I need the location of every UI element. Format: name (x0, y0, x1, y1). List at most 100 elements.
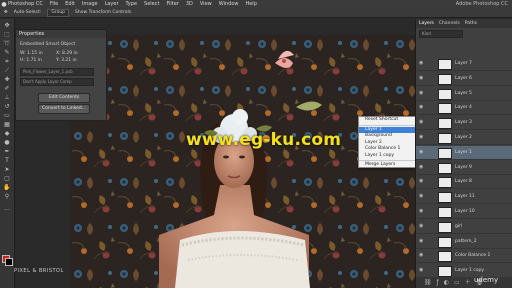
layer-name[interactable]: Layer 1 (455, 150, 472, 155)
menu-window[interactable]: Window (219, 1, 239, 7)
background-color-swatch[interactable] (5, 258, 13, 266)
layer-row[interactable]: ◉ Layer 3 (416, 116, 512, 131)
layer-row[interactable]: ◉ Layer 8 (416, 175, 512, 190)
healing-tool-icon[interactable]: ✚ (3, 76, 11, 83)
show-transform-checkbox[interactable]: Show Transform Controls (75, 10, 131, 15)
visibility-eye-icon[interactable]: ◉ (419, 75, 424, 80)
eyedropper-tool-icon[interactable]: ⟋ (3, 67, 11, 74)
dodge-tool-icon[interactable]: ● (3, 139, 11, 146)
width-value[interactable]: 1.15 in (27, 51, 43, 56)
layer-row[interactable]: ◉ Color Balance 1 (416, 249, 512, 264)
height-value[interactable]: 1.71 in (26, 58, 42, 63)
layer-name[interactable]: Layer 3 (455, 120, 472, 125)
x-value[interactable]: 8.29 in (62, 51, 78, 56)
visibility-eye-icon[interactable]: ◉ (419, 209, 424, 214)
layer-row[interactable]: ◉ Layer 4 (416, 101, 512, 116)
menu-filter[interactable]: Filter (166, 1, 178, 7)
mask-icon[interactable]: ◐ (444, 279, 454, 286)
layer-row[interactable]: ◉ Layer 7 (416, 57, 512, 71)
height-row[interactable]: H: 1.71 in (20, 58, 42, 63)
history-brush-icon[interactable]: ↺ (3, 103, 11, 110)
layer-row[interactable]: ◉ Layer 1 (416, 145, 512, 160)
menu-view[interactable]: View (200, 1, 212, 7)
path-select-tool-icon[interactable]: ➤ (3, 166, 11, 173)
layer-name[interactable]: Color Balance 1 (455, 253, 490, 258)
hand-tool-icon[interactable]: ✋ (3, 184, 11, 191)
menu-3d[interactable]: 3D (186, 1, 193, 7)
ellipsis-icon[interactable]: … (3, 205, 11, 212)
auto-select-label[interactable]: Auto-Select: (14, 10, 42, 15)
menu-select[interactable]: Select (144, 1, 159, 7)
visibility-eye-icon[interactable]: ◉ (419, 61, 424, 66)
layer-filter-kind[interactable]: Kind (419, 30, 463, 38)
move-tool-icon[interactable]: ✥ (3, 22, 11, 29)
visibility-eye-icon[interactable]: ◉ (419, 253, 424, 258)
layer-row[interactable]: ◉ Layer 10 (416, 205, 512, 219)
visibility-eye-icon[interactable]: ◉ (419, 179, 424, 184)
lasso-tool-icon[interactable]: ➰ (3, 40, 11, 47)
menu-layer[interactable]: Layer (105, 1, 119, 7)
layer-row[interactable]: ◉ pattern_2 (416, 235, 512, 249)
brush-tool-icon[interactable]: ✐ (3, 85, 11, 92)
layer-row[interactable]: ◉ Layer 11 (416, 190, 512, 205)
layer-name[interactable]: Layer 2 (455, 135, 472, 140)
visibility-eye-icon[interactable]: ◉ (419, 268, 424, 273)
layer-name[interactable]: Layer 11 (455, 194, 475, 199)
layer-name[interactable]: Layer 9 (455, 165, 472, 170)
visibility-eye-icon[interactable]: ◉ (419, 105, 424, 110)
visibility-eye-icon[interactable]: ◉ (419, 120, 424, 125)
layer-name[interactable]: Layer 4 (455, 105, 472, 110)
layer-name[interactable]: Layer 6 (455, 76, 472, 81)
marquee-tool-icon[interactable]: ⬚ (3, 31, 11, 38)
visibility-eye-icon[interactable]: ◉ (419, 164, 424, 169)
tab-paths[interactable]: Paths (465, 21, 477, 26)
layer-row[interactable]: ◉ Layer 6 (416, 72, 512, 86)
layer-name[interactable]: Layer 5 (455, 91, 472, 96)
link-icon[interactable]: ⛓ (424, 279, 437, 286)
menu-file[interactable]: File (50, 1, 58, 7)
edit-contents-button[interactable]: Edit Contents (38, 93, 90, 103)
menu-type[interactable]: Type (126, 1, 137, 7)
blur-tool-icon[interactable]: ◆ (3, 130, 11, 137)
layer-comp-select[interactable]: Don't Apply Layer Comp (20, 78, 94, 86)
gradient-tool-icon[interactable]: ▦ (3, 121, 11, 128)
layer-name[interactable]: Layer 10 (455, 209, 475, 214)
zoom-tool-icon[interactable]: ⚲ (3, 193, 11, 200)
eraser-tool-icon[interactable]: ▭ (3, 112, 11, 119)
type-tool-icon[interactable]: T (3, 157, 11, 164)
tab-channels[interactable]: Channels (439, 21, 460, 26)
visibility-eye-icon[interactable]: ◉ (419, 90, 424, 95)
menu-image[interactable]: Image (82, 1, 98, 7)
menu-app-name[interactable]: Photoshop CC (8, 1, 43, 7)
visibility-eye-icon[interactable]: ◉ (419, 135, 424, 140)
layer-row[interactable]: ◉ Layer 9 (416, 161, 512, 175)
tab-layers[interactable]: Layers (419, 21, 434, 26)
menu-item-layer-1-copy[interactable]: Layer 1 copy (359, 153, 415, 160)
layer-row[interactable]: ◉ Layer 2 (416, 131, 512, 145)
visibility-eye-icon[interactable]: ◉ (419, 194, 424, 199)
layer-row[interactable]: ◉ Layer 5 (416, 87, 512, 101)
quick-select-tool-icon[interactable]: ✎ (3, 49, 11, 56)
crop-tool-icon[interactable]: ⌗ (3, 58, 11, 65)
fx-icon[interactable]: ƒ (437, 279, 444, 286)
layer-name[interactable]: pattern_2 (455, 239, 477, 244)
menu-edit[interactable]: Edit (65, 1, 75, 7)
smart-object-file-field[interactable]: Pink_Flower_Layer_1.psb (20, 68, 94, 76)
shape-tool-icon[interactable]: ▢ (3, 175, 11, 182)
layer-name[interactable]: Layer 7 (455, 61, 472, 66)
visibility-eye-icon[interactable]: ◉ (419, 223, 424, 228)
move-tool-icon[interactable]: ✥ (4, 10, 8, 15)
menu-item-merge-layers[interactable]: Merge Layers (359, 162, 415, 169)
layer-name[interactable]: Layer 8 (455, 179, 472, 184)
pen-tool-icon[interactable]: ✒ (3, 148, 11, 155)
visibility-eye-icon[interactable]: ◉ (419, 238, 424, 243)
folder-icon[interactable]: ▭ (454, 279, 465, 286)
y-value[interactable]: 3.21 in (61, 58, 77, 63)
layer-name[interactable]: girl (455, 224, 462, 229)
x-row[interactable]: X: 8.29 in (56, 51, 78, 56)
menu-help[interactable]: Help (245, 1, 256, 7)
layer-row[interactable]: ◉ girl (416, 220, 512, 234)
auto-select-dropdown[interactable]: Group (47, 8, 70, 17)
width-row[interactable]: W: 1.15 in (20, 51, 43, 56)
apple-icon[interactable]: ● (0, 1, 8, 8)
